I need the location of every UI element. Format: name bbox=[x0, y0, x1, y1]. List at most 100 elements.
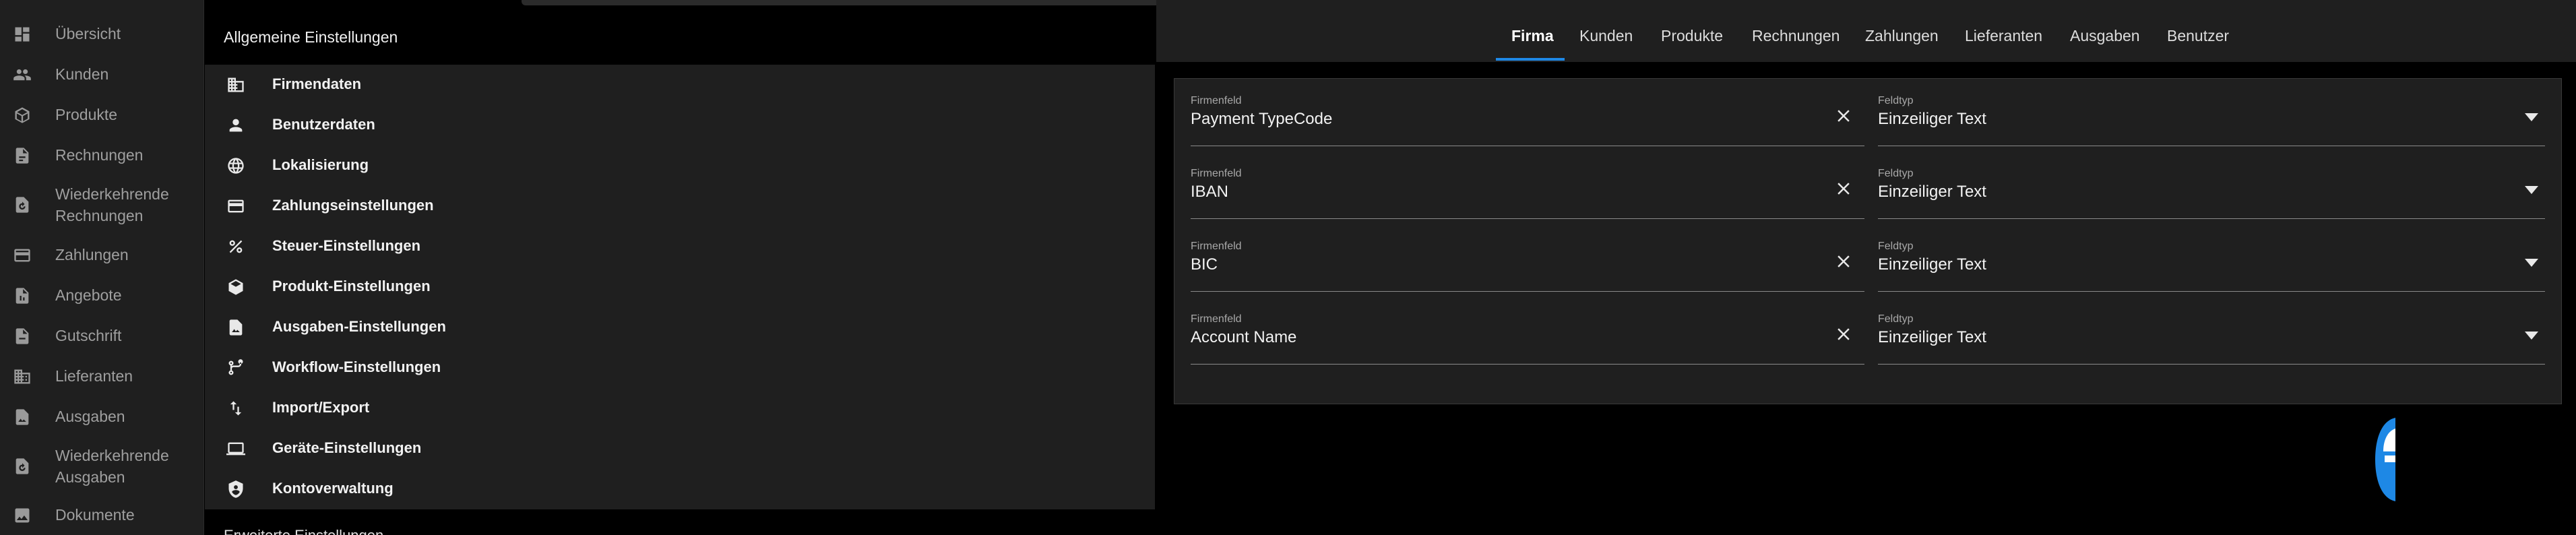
field-value: Einzeiliger Text bbox=[1878, 255, 1986, 274]
field-value: Account Name bbox=[1191, 328, 1297, 346]
nav-item-label: Wiederkehrende Ausgaben bbox=[55, 447, 169, 486]
field-value: Einzeiliger Text bbox=[1878, 183, 1986, 201]
field-label: Firmenfeld bbox=[1191, 168, 1242, 179]
tab-invoices[interactable]: Rechnungen bbox=[1752, 27, 1840, 45]
settings-item-payment-settings[interactable]: Zahlungseinstellungen bbox=[205, 186, 1155, 226]
advanced-settings-header: Erweiterte Einstellungen bbox=[205, 509, 1155, 535]
custom-field-row: Firmenfeld IBAN Feldtyp Einzeiliger Text bbox=[1174, 152, 2563, 224]
settings-item-expense-settings[interactable]: Ausgaben-Einstellungen bbox=[205, 307, 1155, 348]
percent-icon bbox=[225, 236, 247, 257]
credit-note-icon bbox=[12, 326, 32, 346]
settings-item-account-management[interactable]: Kontoverwaltung bbox=[205, 469, 1155, 509]
clear-icon[interactable] bbox=[1833, 324, 1854, 344]
floating-logo-icon bbox=[2375, 418, 2395, 501]
custom-field-row: Firmenfeld Payment TypeCode Feldtyp Einz… bbox=[1174, 79, 2563, 152]
box-icon bbox=[12, 105, 32, 125]
recurring-invoice-icon bbox=[12, 195, 32, 215]
settings-item-label: Workflow-Einstellungen bbox=[272, 358, 441, 375]
building-icon bbox=[12, 367, 32, 387]
chevron-down-icon[interactable] bbox=[2525, 185, 2538, 194]
settings-menu: Firmendaten Benutzerdaten Lokalisierung … bbox=[205, 65, 1155, 509]
field-type-select[interactable]: Feldtyp Einzeiliger Text bbox=[1878, 168, 2545, 219]
settings-item-label: Benutzerdaten bbox=[272, 116, 375, 133]
settings-item-label: Zahlungseinstellungen bbox=[272, 197, 434, 214]
settings-item-label: Geräte-Einstellungen bbox=[272, 439, 422, 456]
tab-expenses[interactable]: Ausgaben bbox=[2070, 27, 2140, 45]
field-type-select[interactable]: Feldtyp Einzeiliger Text bbox=[1878, 313, 2545, 365]
image-icon bbox=[12, 505, 32, 526]
settings-item-company-details[interactable]: Firmendaten bbox=[205, 65, 1155, 105]
tab-payments[interactable]: Zahlungen bbox=[1865, 27, 1939, 45]
field-label: Feldtyp bbox=[1878, 241, 1914, 252]
credit-card-icon bbox=[12, 245, 32, 265]
nav-item-label: Ausgaben bbox=[55, 408, 125, 425]
settings-item-label: Produkt-Einstellungen bbox=[272, 278, 431, 294]
chevron-down-icon[interactable] bbox=[2525, 113, 2538, 121]
tab-users[interactable]: Benutzer bbox=[2167, 27, 2229, 45]
settings-item-tax-settings[interactable]: Steuer-Einstellungen bbox=[205, 226, 1155, 267]
quote-icon bbox=[12, 286, 32, 306]
tab-products[interactable]: Produkte bbox=[1661, 27, 1723, 45]
nav-item-label: Übersicht bbox=[55, 25, 121, 42]
settings-item-label: Steuer-Einstellungen bbox=[272, 237, 421, 254]
nav-item-label: Dokumente bbox=[55, 506, 135, 524]
settings-item-localization[interactable]: Lokalisierung bbox=[205, 146, 1155, 186]
left-navigation: Übersicht Kunden Produkte Rechnungen Wie… bbox=[0, 0, 204, 535]
general-settings-header: Allgemeine Einstellungen bbox=[205, 12, 1155, 65]
active-tab-indicator bbox=[1496, 58, 1565, 61]
credit-card-icon bbox=[225, 195, 247, 217]
tab-vendors[interactable]: Lieferanten bbox=[1965, 27, 2042, 45]
custom-field-row: Firmenfeld Account Name Feldtyp Einzeili… bbox=[1174, 297, 2563, 370]
clear-icon[interactable] bbox=[1833, 251, 1854, 272]
box-icon bbox=[225, 276, 247, 298]
section-title: Erweiterte Einstellungen bbox=[224, 527, 383, 535]
settings-item-device-settings[interactable]: Geräte-Einstellungen bbox=[205, 429, 1155, 469]
field-label: Firmenfeld bbox=[1191, 95, 1242, 106]
clear-icon[interactable] bbox=[1833, 179, 1854, 199]
company-field-input[interactable]: Firmenfeld IBAN bbox=[1191, 168, 1864, 219]
globe-icon bbox=[225, 155, 247, 177]
field-label: Feldtyp bbox=[1878, 95, 1914, 106]
company-field-input[interactable]: Firmenfeld Payment TypeCode bbox=[1191, 95, 1864, 146]
settings-item-label: Ausgaben-Einstellungen bbox=[272, 318, 446, 335]
company-field-input[interactable]: Firmenfeld Account Name bbox=[1191, 313, 1864, 365]
nav-item-label: Lieferanten bbox=[55, 367, 133, 385]
expense-icon bbox=[225, 317, 247, 338]
clear-icon[interactable] bbox=[1833, 106, 1854, 126]
field-type-select[interactable]: Feldtyp Einzeiliger Text bbox=[1878, 241, 2545, 292]
person-icon bbox=[225, 115, 247, 136]
dashboard-icon bbox=[12, 24, 32, 44]
tab-customers[interactable]: Kunden bbox=[1579, 27, 1633, 45]
nav-item-label: Wiederkehrende Rechnungen bbox=[55, 185, 169, 224]
settings-item-product-settings[interactable]: Produkt-Einstellungen bbox=[205, 267, 1155, 307]
settings-item-workflow-settings[interactable]: Workflow-Einstellungen bbox=[205, 348, 1155, 388]
field-value: Einzeiliger Text bbox=[1878, 328, 1986, 346]
tab-company[interactable]: Firma bbox=[1511, 27, 1554, 45]
field-value: Einzeiliger Text bbox=[1878, 110, 1986, 128]
settings-item-label: Import/Export bbox=[272, 399, 370, 416]
settings-item-import-export[interactable]: Import/Export bbox=[205, 388, 1155, 429]
laptop-icon bbox=[225, 438, 247, 460]
settings-item-user-details[interactable]: Benutzerdaten bbox=[205, 105, 1155, 146]
workflow-icon bbox=[225, 357, 247, 379]
field-label: Feldtyp bbox=[1878, 168, 1914, 179]
settings-column: Allgemeine Einstellungen Firmendaten Ben… bbox=[205, 0, 1295, 535]
users-icon bbox=[12, 65, 32, 85]
nav-item-label: Produkte bbox=[55, 106, 118, 123]
field-type-select[interactable]: Feldtyp Einzeiliger Text bbox=[1878, 95, 2545, 146]
nav-item-label: Gutschrift bbox=[55, 327, 122, 344]
company-field-input[interactable]: Firmenfeld BIC bbox=[1191, 241, 1864, 292]
field-value: BIC bbox=[1191, 255, 1218, 274]
expense-icon bbox=[12, 407, 32, 427]
import-export-icon bbox=[225, 398, 247, 419]
nav-item-label: Zahlungen bbox=[55, 246, 129, 263]
chevron-down-icon[interactable] bbox=[2525, 331, 2538, 340]
settings-item-label: Kontoverwaltung bbox=[272, 480, 394, 497]
field-value: Payment TypeCode bbox=[1191, 110, 1333, 128]
field-label: Firmenfeld bbox=[1191, 241, 1242, 252]
field-value: IBAN bbox=[1191, 183, 1229, 201]
chevron-down-icon[interactable] bbox=[2525, 258, 2538, 267]
nav-item-label: Kunden bbox=[55, 65, 109, 83]
nav-item-label: Angebote bbox=[55, 286, 122, 304]
invoice-icon bbox=[12, 146, 32, 166]
